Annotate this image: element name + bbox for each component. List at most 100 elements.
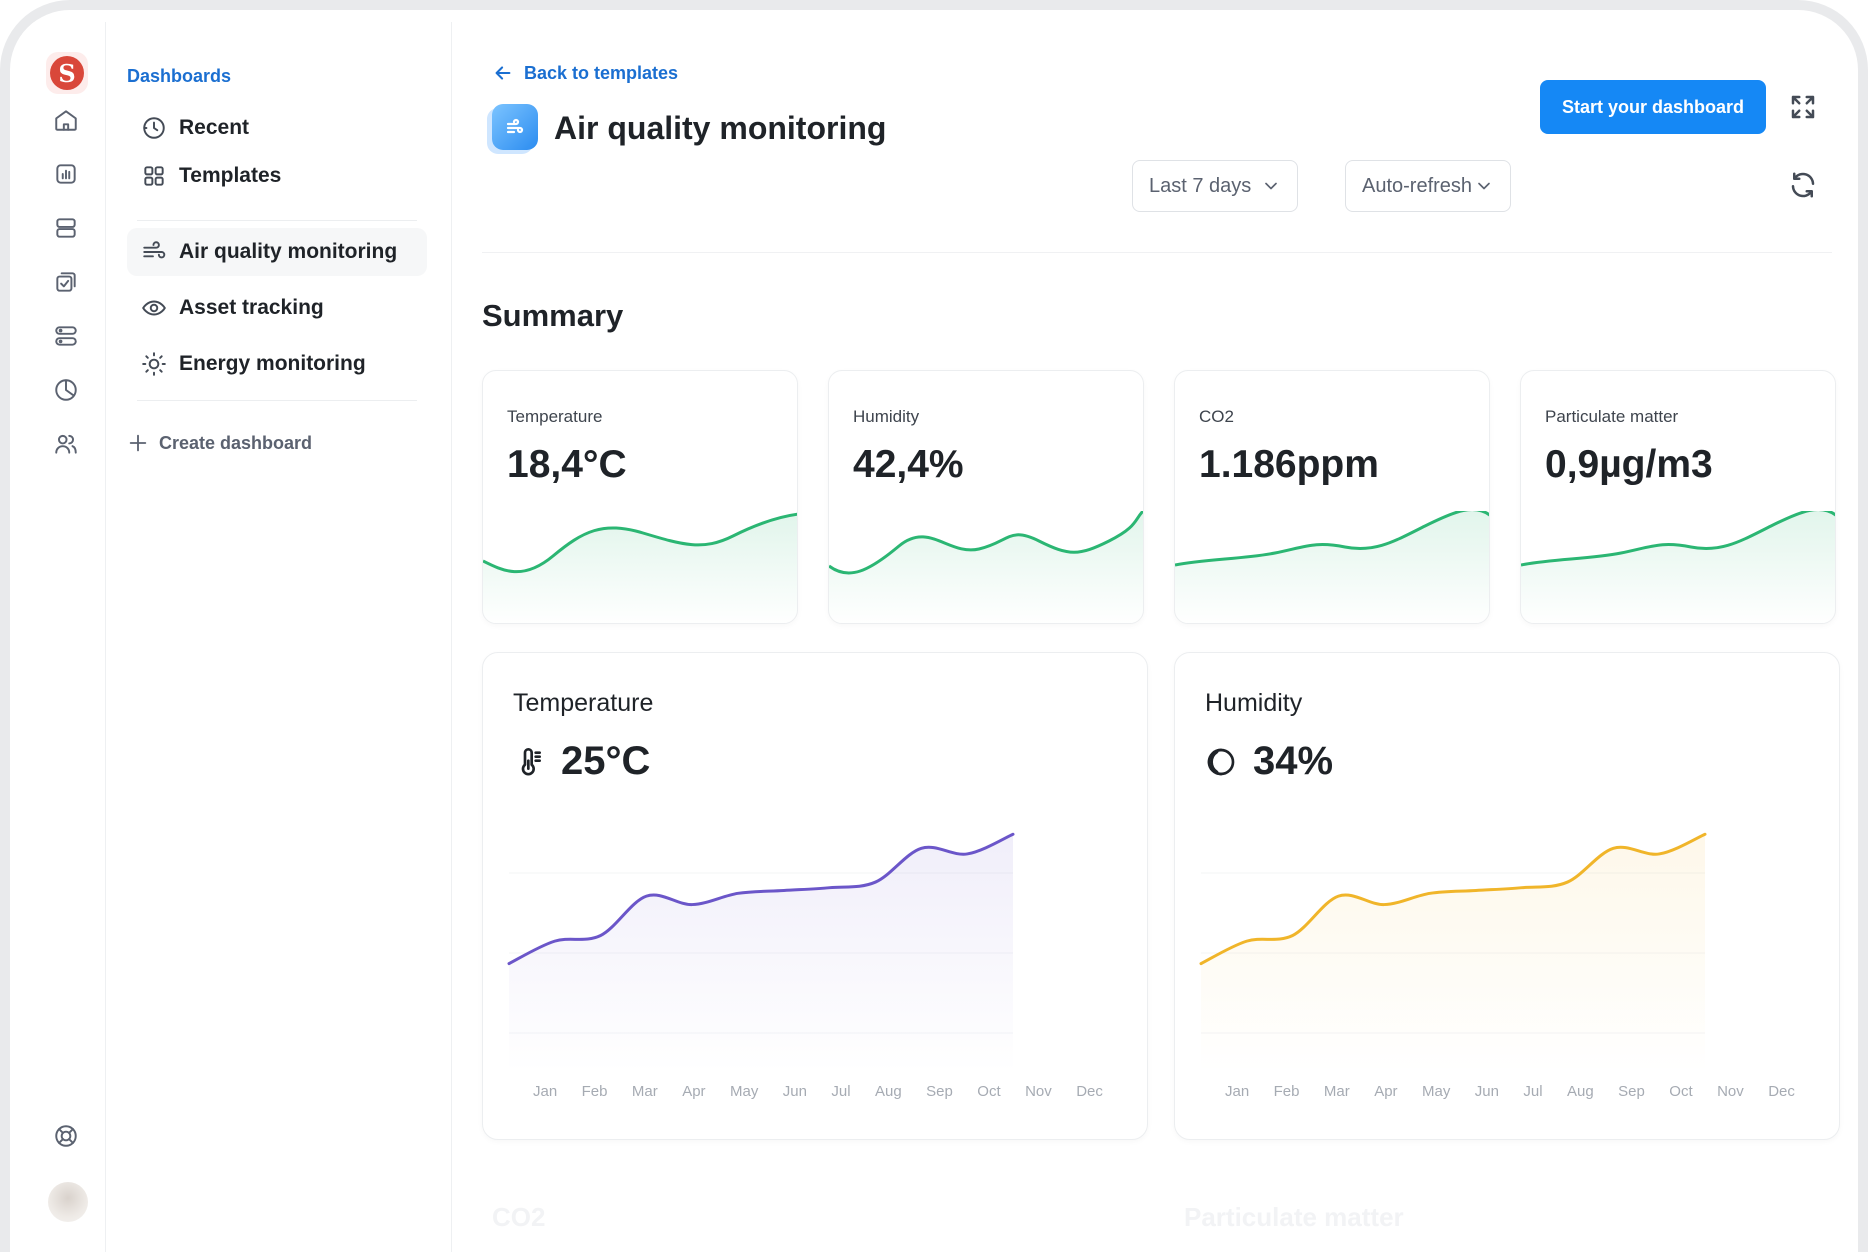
series-area bbox=[509, 834, 1013, 1073]
humidity-sparkline bbox=[829, 511, 1143, 623]
x-axis-labels: Jan Feb Mar Apr May Jun Jul Aug Sep Oct Nov Dec bbox=[533, 1083, 1103, 1100]
chevron-down-icon bbox=[1478, 182, 1490, 190]
auto-refresh-select[interactable]: Auto-refresh bbox=[1345, 160, 1511, 212]
auto-refresh-value: Auto-refresh bbox=[1362, 174, 1473, 197]
time-range-value: Last 7 days bbox=[1149, 174, 1252, 197]
x-tick-label: Sep bbox=[926, 1083, 953, 1100]
x-tick-label: Jul bbox=[831, 1083, 851, 1100]
chart-current-value: 25°C bbox=[561, 739, 651, 783]
clock-icon bbox=[143, 117, 165, 139]
nav-item-asset-tracking[interactable]: Asset tracking bbox=[127, 284, 427, 332]
x-axis-labels: Jan Feb Mar Apr May Jun Jul Aug Sep Oct Nov Dec bbox=[1225, 1083, 1795, 1100]
chart-value-row: 34% bbox=[1205, 739, 1333, 784]
x-tick-label: Oct bbox=[1669, 1083, 1693, 1100]
x-tick-label: May bbox=[1421, 1083, 1451, 1100]
x-tick-label: Aug bbox=[1567, 1083, 1594, 1100]
co2-sparkline bbox=[1175, 511, 1489, 623]
nav-heading: Dashboards bbox=[127, 66, 232, 86]
kpi-card-co2[interactable]: CO2 1.186ppm bbox=[1174, 370, 1490, 624]
create-dashboard-button[interactable]: Create dashboard bbox=[127, 432, 312, 454]
dashboard-chart-icon[interactable] bbox=[52, 160, 80, 188]
start-your-dashboard-button[interactable]: Start your dashboard bbox=[1540, 80, 1766, 134]
x-tick-label: Nov bbox=[1025, 1083, 1052, 1100]
x-tick-label: Jan bbox=[533, 1083, 558, 1100]
x-tick-label: Mar bbox=[631, 1083, 658, 1100]
nav-item-air-quality[interactable]: Air quality monitoring bbox=[127, 228, 427, 276]
x-tick-label: Apr bbox=[682, 1083, 706, 1100]
x-tick-label: Jun bbox=[1474, 1083, 1499, 1100]
kpi-label: Particulate matter bbox=[1545, 407, 1679, 426]
dashboards-sidebar: Dashboards Recent Templates Air quality … bbox=[107, 22, 452, 1252]
series-area bbox=[1201, 834, 1705, 1073]
chart-current-value: 34% bbox=[1253, 739, 1334, 783]
x-tick-label: Feb bbox=[581, 1083, 608, 1100]
x-tick-label: Aug bbox=[875, 1083, 902, 1100]
help-lifebuoy-icon[interactable] bbox=[52, 1122, 80, 1150]
wind-icon bbox=[143, 241, 166, 259]
x-tick-label: Dec bbox=[1768, 1083, 1795, 1100]
back-to-templates-link[interactable]: Back to templates bbox=[492, 62, 678, 84]
nav-item-energy-monitoring[interactable]: Energy monitoring bbox=[127, 340, 427, 388]
kpi-value: 18,4°C bbox=[507, 443, 627, 486]
app-frame: S Dashboards Recent Templates Air qualit… bbox=[0, 0, 1868, 1252]
home-icon[interactable] bbox=[52, 106, 80, 134]
pie-chart-icon[interactable] bbox=[52, 376, 80, 404]
plus-icon bbox=[129, 434, 147, 452]
fullscreen-icon[interactable] bbox=[1788, 92, 1818, 122]
tasks-icon[interactable] bbox=[52, 268, 80, 296]
particulate-chart-title-faded: Particulate matter bbox=[1184, 1202, 1404, 1232]
page-title: Air quality monitoring bbox=[554, 110, 887, 146]
nav-item-label: Energy monitoring bbox=[179, 352, 366, 375]
create-dashboard-label: Create dashboard bbox=[159, 432, 313, 453]
air-quality-template-icon bbox=[492, 104, 538, 150]
x-tick-label: Feb bbox=[1273, 1083, 1300, 1100]
app-logo[interactable]: S bbox=[46, 52, 88, 94]
back-label: Back to templates bbox=[524, 62, 679, 83]
kpi-card-temperature[interactable]: Temperature 18,4°C bbox=[482, 370, 798, 624]
header-divider bbox=[482, 252, 1832, 253]
kpi-value: 0,9µg/m3 bbox=[1545, 443, 1713, 486]
chart-value-row: 25°C bbox=[513, 739, 650, 784]
time-range-select[interactable]: Last 7 days bbox=[1132, 160, 1298, 212]
kpi-value: 42,4% bbox=[853, 443, 964, 486]
refresh-icon[interactable] bbox=[1788, 170, 1820, 202]
kpi-label: CO2 bbox=[1199, 407, 1234, 426]
x-tick-label: Nov bbox=[1717, 1083, 1744, 1100]
nav-item-label: Air quality monitoring bbox=[179, 240, 398, 263]
kpi-card-particulate-matter[interactable]: Particulate matter 0,9µg/m3 bbox=[1520, 370, 1836, 624]
particulate-sparkline bbox=[1521, 511, 1835, 623]
devices-icon[interactable] bbox=[52, 322, 80, 350]
logo-icon: S bbox=[50, 56, 84, 90]
summary-heading: Summary bbox=[482, 298, 624, 333]
thermometer-icon bbox=[521, 747, 541, 775]
nav-item-label: Asset tracking bbox=[179, 296, 324, 319]
x-tick-label: Jul bbox=[1523, 1083, 1543, 1100]
nav-divider bbox=[137, 220, 417, 221]
avatar[interactable] bbox=[48, 1182, 88, 1222]
co2-chart-title-faded: CO2 bbox=[492, 1202, 546, 1232]
nav-item-templates[interactable]: Templates bbox=[127, 152, 427, 200]
eye-icon bbox=[142, 300, 166, 316]
nav-divider bbox=[137, 400, 417, 401]
arrow-left-icon bbox=[495, 66, 511, 80]
humidity-chart-card[interactable]: Humidity 34% Jan Feb Mar Apr May Jun Jul Aug Sep… bbox=[1174, 652, 1840, 1140]
temperature-chart-card[interactable]: Temperature 25°C Jan Feb Mar Apr May Jun Jul Au… bbox=[482, 652, 1148, 1140]
temperature-sparkline bbox=[483, 512, 797, 623]
chevron-down-icon bbox=[1265, 182, 1277, 190]
x-tick-label: Dec bbox=[1076, 1083, 1103, 1100]
chart-title: Temperature bbox=[513, 689, 654, 717]
users-icon[interactable] bbox=[52, 430, 80, 458]
nav-item-label: Templates bbox=[179, 164, 282, 187]
kpi-label: Humidity bbox=[853, 407, 920, 426]
kpi-card-humidity[interactable]: Humidity 42,4% bbox=[828, 370, 1144, 624]
nav-item-recent[interactable]: Recent bbox=[127, 104, 427, 152]
x-tick-label: Sep bbox=[1618, 1083, 1645, 1100]
x-tick-label: Mar bbox=[1323, 1083, 1350, 1100]
x-tick-label: Jun bbox=[782, 1083, 807, 1100]
nav-item-label: Recent bbox=[179, 116, 250, 139]
database-icon[interactable] bbox=[52, 214, 80, 242]
main-content: Back to templates Air quality monitoring… bbox=[452, 22, 1858, 1252]
sun-icon bbox=[142, 352, 166, 376]
chart-title: Humidity bbox=[1205, 689, 1303, 717]
kpi-label: Temperature bbox=[507, 407, 603, 426]
